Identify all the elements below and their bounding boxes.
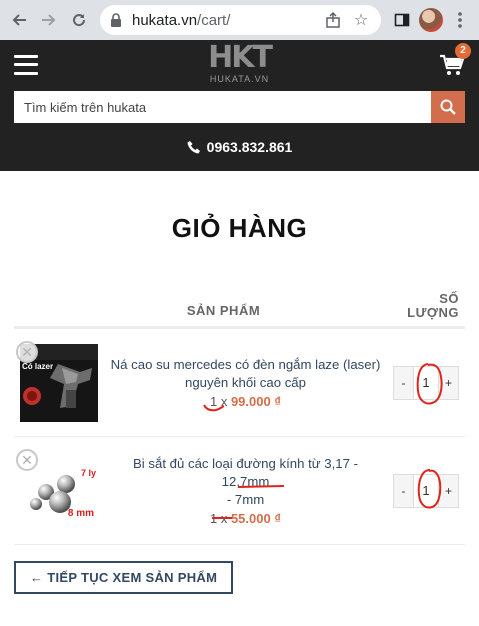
hamburger-menu-icon[interactable] <box>14 54 38 75</box>
phone-icon <box>187 141 200 154</box>
share-icon[interactable] <box>323 10 343 30</box>
cart-count-badge: 2 <box>455 42 471 59</box>
quantity-increase-button[interactable]: + <box>439 474 458 507</box>
search-icon <box>440 99 456 115</box>
cart-icon[interactable]: 2 <box>439 42 471 77</box>
cart-table-header: SẢN PHẨM SỐ LƯỢNG <box>14 292 465 329</box>
reload-icon[interactable] <box>66 7 92 33</box>
url-text: hukata.vn/cart/ <box>132 11 231 29</box>
continue-shopping-button[interactable]: ← TIẾP TỤC XEM SẢN PHẨM <box>14 561 234 594</box>
search-button[interactable] <box>431 91 465 123</box>
product-name-link[interactable]: Ná cao su mercedes có đèn ngắm laze (las… <box>108 356 383 392</box>
thumbnail-label: 7 ly <box>80 467 96 478</box>
cart-row: ✕ Có lazer Ná cao su mercedes có đèn ngắ… <box>14 329 465 437</box>
quantity-input[interactable]: 1 <box>413 366 439 399</box>
back-icon[interactable] <box>6 7 32 33</box>
lock-icon <box>110 13 124 27</box>
quantity-input[interactable]: 1 <box>413 474 439 507</box>
site-header: HKT HUKATA.VN 2 0963.832.861 <box>0 40 479 171</box>
search-input[interactable] <box>14 91 431 123</box>
quantity-stepper[interactable]: - 1 + <box>393 473 459 508</box>
column-header-product: SẢN PHẨM <box>186 303 261 318</box>
quantity-decrease-button[interactable]: - <box>394 366 413 399</box>
product-info: Bi sắt đủ các loại đường kính từ 3,17 - … <box>98 455 393 526</box>
hotline[interactable]: 0963.832.861 <box>0 123 479 171</box>
quantity-decrease-button[interactable]: - <box>394 474 413 507</box>
product-info: Ná cao su mercedes có đèn ngắm laze (las… <box>98 356 393 409</box>
product-name-link[interactable]: Bi sắt đủ các loại đường kính từ 3,17 - … <box>108 455 383 509</box>
product-price: 1 x 99.000 ₫ <box>209 394 281 409</box>
quantity-increase-button[interactable]: + <box>439 366 458 399</box>
menu-kebab-icon[interactable] <box>447 7 473 33</box>
quantity-stepper[interactable]: - 1 + <box>393 365 459 400</box>
site-logo[interactable]: HKT HUKATA.VN <box>208 42 273 85</box>
remove-item-icon[interactable]: ✕ <box>16 341 38 363</box>
sidepanel-icon[interactable] <box>389 7 415 33</box>
cart-row: ✕ 7 ly 8 mm Bi sắt đủ các loại đường kín… <box>14 437 465 545</box>
product-price: 1 x 55.000 ₫ <box>209 511 281 526</box>
thumbnail-label: 8 mm <box>67 507 94 519</box>
cart-table: SẢN PHẨM SỐ LƯỢNG ✕ Có lazer Ná cao su m… <box>14 292 465 545</box>
browser-toolbar: hukata.vn/cart/ ☆ <box>0 0 479 40</box>
profile-avatar[interactable] <box>419 8 443 32</box>
forward-icon[interactable] <box>36 7 62 33</box>
column-header-quantity: SỐ LƯỢNG <box>407 291 459 320</box>
address-bar[interactable]: hukata.vn/cart/ ☆ <box>100 5 381 35</box>
page-title: GIỎ HÀNG <box>171 213 308 243</box>
bookmark-star-icon[interactable]: ☆ <box>351 10 371 30</box>
remove-item-icon[interactable]: ✕ <box>16 449 38 471</box>
